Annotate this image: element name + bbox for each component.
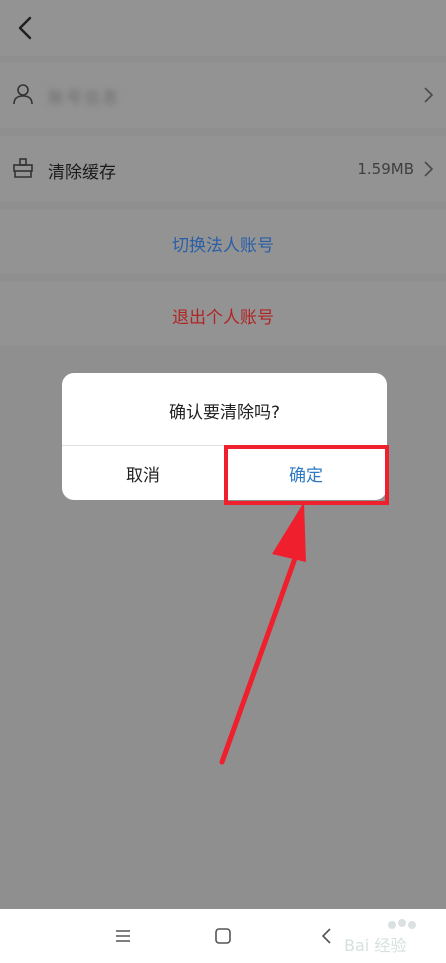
user-account-row[interactable]: 账号信息 (0, 62, 446, 128)
system-nav-bar: Bai 经验 (0, 909, 446, 963)
dialog-message: 确认要清除吗? (168, 403, 281, 423)
back-triangle-icon[interactable] (316, 925, 338, 947)
baidu-jingyan-watermark-icon: Bai 经验 (344, 919, 416, 955)
menu-icon[interactable] (112, 925, 134, 947)
blurred-account-name: 账号信息 (48, 88, 121, 107)
app-screen: 账号信息 清除缓存 1.59MB 切换法人账号 退出个人账号 确认要清除吗? 取… (0, 0, 446, 963)
chevron-right-icon (424, 161, 434, 177)
logout-personal-account-row[interactable]: 退出个人账号 (0, 282, 446, 346)
clear-cache-label: 清除缓存 (48, 163, 116, 183)
logout-personal-account-label: 退出个人账号 (172, 308, 274, 328)
chevron-left-icon[interactable] (12, 14, 40, 42)
switch-legal-account-label: 切换法人账号 (172, 236, 274, 256)
chevron-right-icon (424, 87, 434, 103)
square-home-icon[interactable] (212, 925, 234, 947)
cache-size-value: 1.59MB (357, 160, 414, 178)
top-bar (0, 0, 446, 56)
clear-cache-row[interactable]: 清除缓存 1.59MB (0, 136, 446, 202)
broom-icon (13, 158, 33, 178)
user-icon (13, 84, 33, 105)
watermark-text: Bai 经验 (344, 936, 406, 955)
switch-legal-account-row[interactable]: 切换法人账号 (0, 210, 446, 274)
annotation-arrow-icon (219, 502, 306, 765)
